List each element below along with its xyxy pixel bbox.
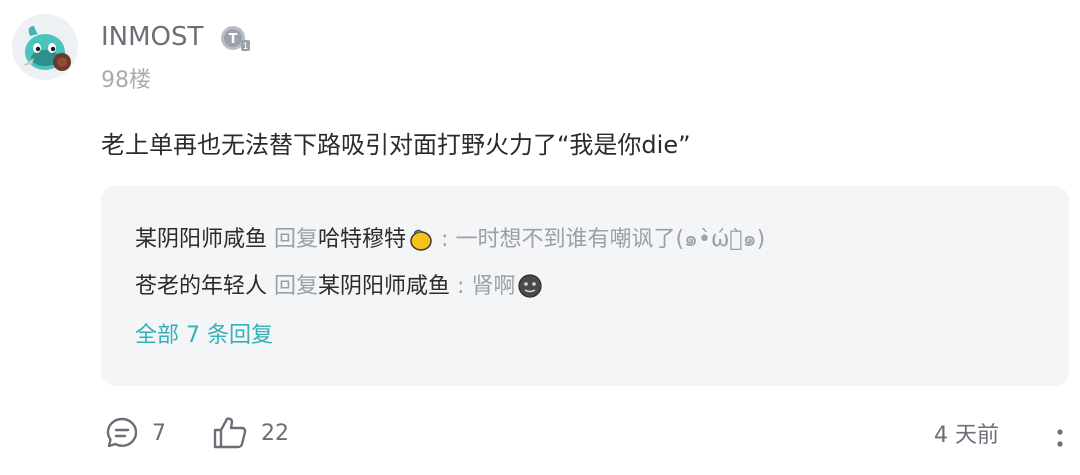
comment-count: 7 (152, 420, 166, 446)
reply-verb: 回复 (274, 274, 319, 299)
all-replies-link[interactable]: 全部 7 条回复 (135, 320, 273, 352)
reply-item[interactable]: 苍老的年轻人 回复某阴阳师咸鱼 : 肾啊 (135, 271, 543, 309)
mascot-avatar-icon (12, 14, 78, 80)
thumbs-up-icon (213, 417, 247, 449)
comment-bubble-icon (106, 417, 138, 448)
comment-content: 老上单再也无法替下路吸引对面打野火力了“我是你die” (101, 131, 691, 159)
vertical-ellipsis-icon (1057, 429, 1063, 447)
username[interactable]: INMOST (101, 20, 203, 54)
like-button[interactable]: 22 (211, 416, 289, 450)
reply-item[interactable]: 某阴阳师咸鱼 回复哈特穆特 : 一时想不到谁有嘲讽了(๑•̀ώก̀๑) (135, 224, 765, 262)
like-count: 22 (261, 420, 289, 446)
svg-text:T: T (229, 32, 238, 47)
reply-verb: 回复 (274, 227, 319, 252)
reply-separator: : (434, 227, 456, 252)
reply-target[interactable]: 某阴阳师咸鱼 (318, 274, 450, 299)
replies-panel: 某阴阳师咸鱼 回复哈特穆特 : 一时想不到谁有嘲讽了(๑•̀ώก̀๑) 苍老的年… (101, 186, 1069, 386)
dark-face-emoji-icon (517, 273, 543, 309)
reply-author[interactable]: 某阴阳师咸鱼 (135, 227, 267, 252)
svg-text:1: 1 (243, 42, 249, 52)
reply-target[interactable]: 哈特穆特 (318, 227, 406, 252)
lemon-icon (408, 226, 434, 262)
reply-text: 一时想不到谁有嘲讽了(๑•̀ώก̀๑) (455, 227, 766, 252)
comment-button[interactable]: 7 (104, 416, 166, 450)
reply-author[interactable]: 苍老的年轻人 (135, 274, 267, 299)
reply-text: 肾啊 (471, 274, 516, 299)
user-avatar[interactable] (12, 14, 78, 80)
level-t1-badge-icon: T 1 (219, 24, 251, 52)
reply-separator: : (450, 274, 472, 299)
post-time: 4 天前 (934, 423, 999, 448)
floor-number: 98楼 (101, 68, 151, 93)
more-options-button[interactable] (1050, 422, 1070, 454)
